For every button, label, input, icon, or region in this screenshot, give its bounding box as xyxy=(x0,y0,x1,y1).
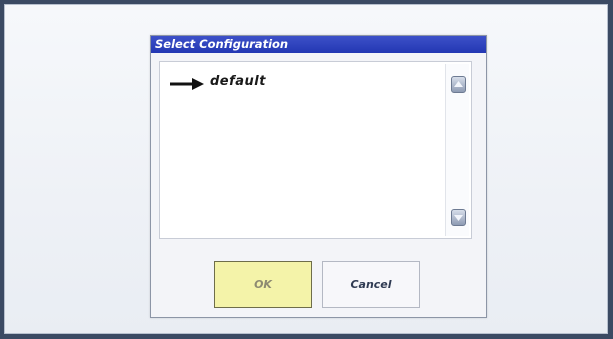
screen-background: Select Configuration default OK Cancel xyxy=(4,4,608,334)
right-arrow-icon xyxy=(170,75,204,90)
ok-button[interactable]: OK xyxy=(214,261,312,308)
list-item-default[interactable]: default xyxy=(170,72,266,90)
list-item-label: default xyxy=(210,73,266,89)
scroll-down-button[interactable] xyxy=(451,209,466,226)
dialog-title: Select Configuration xyxy=(151,36,486,53)
scroll-up-button[interactable] xyxy=(451,76,466,93)
cancel-button[interactable]: Cancel xyxy=(322,261,420,308)
scrollbar[interactable] xyxy=(445,64,469,236)
select-configuration-dialog: Select Configuration default OK Cancel xyxy=(150,35,487,318)
configuration-list[interactable]: default xyxy=(159,61,472,239)
chevron-up-icon xyxy=(454,81,463,87)
chevron-down-icon xyxy=(454,215,463,221)
